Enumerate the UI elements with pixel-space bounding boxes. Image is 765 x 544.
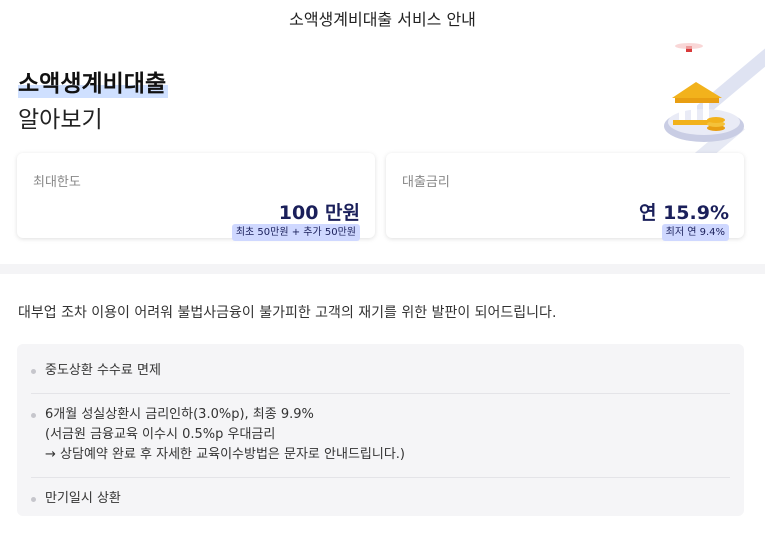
bullet-icon xyxy=(31,369,36,374)
benefit-line: (서금원 금융교육 이수시 0.5%p 우대금리 xyxy=(45,427,276,442)
benefit-line: 6개월 성실상환시 금리인하(3.0%p), 최종 9.9% xyxy=(45,407,314,422)
benefits-panel: 중도상환 수수료 면제 6개월 성실상환시 금리인하(3.0%p), 최종 9.… xyxy=(17,344,744,516)
benefit-text: 만기일시 상환 xyxy=(45,489,121,509)
list-item: 중도상환 수수료 면제 xyxy=(31,350,730,394)
benefit-line: 중도상환 수수료 면제 xyxy=(45,363,161,378)
service-description: 대부업 조차 이용이 어려워 불법사금융이 불가피한 고객의 재기를 위한 발판… xyxy=(18,305,557,321)
max-limit-card: 최대한도 100 만원 최초 50만원 + 추가 50만원 xyxy=(17,153,375,241)
hero-title: 소액생계비대출 xyxy=(18,64,169,98)
list-item: 만기일시 상환 xyxy=(31,478,730,521)
list-item: 6개월 성실상환시 금리인하(3.0%p), 최종 9.9% (서금원 금융교육… xyxy=(31,394,730,478)
bullet-icon xyxy=(31,497,36,502)
benefit-line: 만기일시 상환 xyxy=(45,491,121,506)
card-badge: 최저 연 9.4% xyxy=(661,224,729,241)
card-label: 최대한도 xyxy=(33,175,81,190)
benefit-text: 6개월 성실상환시 금리인하(3.0%p), 최종 9.9% (서금원 금융교육… xyxy=(45,405,405,465)
benefit-line: → 상담예약 완료 후 자세한 교육이수방법은 문자로 안내드립니다.) xyxy=(45,447,405,462)
card-value: 100 만원 xyxy=(278,202,360,224)
section-divider xyxy=(0,264,765,274)
bank-building-coins-icon xyxy=(651,43,765,154)
card-value: 연 15.9% xyxy=(638,202,729,224)
card-label: 대출금리 xyxy=(402,175,450,190)
bullet-icon xyxy=(31,413,36,418)
hero-section: 소액생계비대출 알아보기 최대한도 100 만원 최초 50만원 + 추가 50… xyxy=(0,36,765,264)
benefit-text: 중도상환 수수료 면제 xyxy=(45,361,161,381)
interest-rate-card: 대출금리 연 15.9% 최저 연 9.4% xyxy=(386,153,744,241)
card-badge: 최초 50만원 + 추가 50만원 xyxy=(231,224,360,241)
page-title: 소액생계비대출 서비스 안내 xyxy=(289,10,476,29)
top-bar: 소액생계비대출 서비스 안내 xyxy=(0,0,765,36)
hero-subtitle: 알아보기 xyxy=(18,107,103,133)
